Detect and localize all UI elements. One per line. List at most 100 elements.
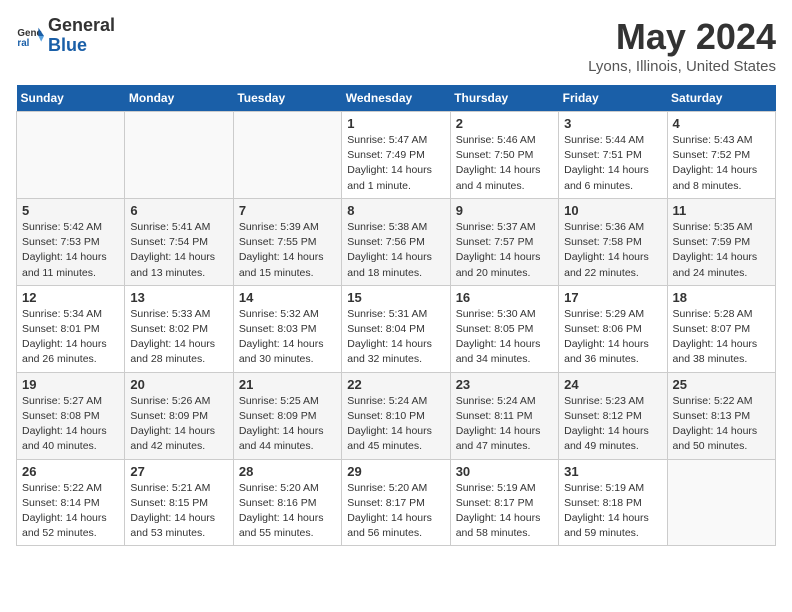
calendar-week: 12Sunrise: 5:34 AM Sunset: 8:01 PM Dayli… (17, 285, 776, 372)
day-number: 4 (673, 116, 770, 131)
day-number: 3 (564, 116, 661, 131)
day-number: 19 (22, 377, 119, 392)
month-year: May 2024 (588, 16, 776, 58)
day-number: 28 (239, 464, 336, 479)
day-number: 26 (22, 464, 119, 479)
day-number: 7 (239, 203, 336, 218)
day-info: Sunrise: 5:30 AM Sunset: 8:05 PM Dayligh… (456, 307, 553, 368)
day-info: Sunrise: 5:37 AM Sunset: 7:57 PM Dayligh… (456, 220, 553, 281)
day-number: 12 (22, 290, 119, 305)
calendar-day: 29 Sunrise: 5:20 AM Sunset: 8:17 PM Dayli… (342, 459, 450, 546)
calendar-week: 19 Sunrise: 5:27 AM Sunset: 8:08 PM Dayli… (17, 372, 776, 459)
logo-blue: Blue (48, 35, 87, 55)
logo: Gene ral General Blue (16, 16, 115, 56)
day-info: Sunrise: 5:38 AM Sunset: 7:56 PM Dayligh… (347, 220, 444, 281)
calendar-day: 30 Sunrise: 5:19 AM Sunset: 8:17 PM Dayli… (450, 459, 558, 546)
calendar-day: 6 Sunrise: 5:41 AM Sunset: 7:54 PM Daylig… (125, 198, 233, 285)
calendar-day: 20Sunrise: 5:26 AM Sunset: 8:09 PM Dayli… (125, 372, 233, 459)
day-number: 6 (130, 203, 227, 218)
calendar-day: 28 Sunrise: 5:20 AM Sunset: 8:16 PM Dayli… (233, 459, 341, 546)
day-info: Sunrise: 5:44 AM Sunset: 7:51 PM Dayligh… (564, 133, 661, 194)
day-info: Sunrise: 5:28 AM Sunset: 8:07 PM Dayligh… (673, 307, 770, 368)
calendar-week: 5Sunrise: 5:42 AM Sunset: 7:53 PM Daylig… (17, 198, 776, 285)
day-info: Sunrise: 5:21 AM Sunset: 8:15 PM Dayligh… (130, 481, 227, 542)
day-number: 23 (456, 377, 553, 392)
day-number: 31 (564, 464, 661, 479)
day-number: 30 (456, 464, 553, 479)
day-number: 27 (130, 464, 227, 479)
day-info: Sunrise: 5:33 AM Sunset: 8:02 PM Dayligh… (130, 307, 227, 368)
calendar-day: 3 Sunrise: 5:44 AM Sunset: 7:51 PM Daylig… (559, 112, 667, 199)
day-info: Sunrise: 5:24 AM Sunset: 8:11 PM Dayligh… (456, 394, 553, 455)
day-info: Sunrise: 5:20 AM Sunset: 8:17 PM Dayligh… (347, 481, 444, 542)
header-day: Saturday (667, 85, 775, 112)
calendar-day (17, 112, 125, 199)
day-number: 16 (456, 290, 553, 305)
day-info: Sunrise: 5:39 AM Sunset: 7:55 PM Dayligh… (239, 220, 336, 281)
day-info: Sunrise: 5:22 AM Sunset: 8:14 PM Dayligh… (22, 481, 119, 542)
calendar-day: 31 Sunrise: 5:19 AM Sunset: 8:18 PM Dayli… (559, 459, 667, 546)
calendar-header: SundayMondayTuesdayWednesdayThursdayFrid… (17, 85, 776, 112)
day-number: 22 (347, 377, 444, 392)
location: Lyons, Illinois, United States (588, 58, 776, 75)
calendar-day: 15Sunrise: 5:31 AM Sunset: 8:04 PM Dayli… (342, 285, 450, 372)
calendar-week: 26 Sunrise: 5:22 AM Sunset: 8:14 PM Dayli… (17, 459, 776, 546)
page-header: Gene ral General Blue May 2024 Lyons, Il… (16, 16, 776, 75)
day-info: Sunrise: 5:42 AM Sunset: 7:53 PM Dayligh… (22, 220, 119, 281)
day-number: 9 (456, 203, 553, 218)
calendar-day: 12Sunrise: 5:34 AM Sunset: 8:01 PM Dayli… (17, 285, 125, 372)
calendar-day: 19 Sunrise: 5:27 AM Sunset: 8:08 PM Dayli… (17, 372, 125, 459)
day-info: Sunrise: 5:26 AM Sunset: 8:09 PM Dayligh… (130, 394, 227, 455)
header-day: Wednesday (342, 85, 450, 112)
day-info: Sunrise: 5:29 AM Sunset: 8:06 PM Dayligh… (564, 307, 661, 368)
day-info: Sunrise: 5:41 AM Sunset: 7:54 PM Dayligh… (130, 220, 227, 281)
day-number: 2 (456, 116, 553, 131)
header-day: Monday (125, 85, 233, 112)
day-info: Sunrise: 5:46 AM Sunset: 7:50 PM Dayligh… (456, 133, 553, 194)
svg-text:ral: ral (17, 38, 29, 49)
calendar-day: 23 Sunrise: 5:24 AM Sunset: 8:11 PM Dayli… (450, 372, 558, 459)
day-info: Sunrise: 5:20 AM Sunset: 8:16 PM Dayligh… (239, 481, 336, 542)
calendar-day (125, 112, 233, 199)
day-number: 8 (347, 203, 444, 218)
logo-icon: Gene ral (16, 22, 44, 50)
logo-general: General (48, 15, 115, 35)
day-number: 18 (673, 290, 770, 305)
calendar-week: 1Sunrise: 5:47 AM Sunset: 7:49 PM Daylig… (17, 112, 776, 199)
calendar-day: 26 Sunrise: 5:22 AM Sunset: 8:14 PM Dayli… (17, 459, 125, 546)
calendar-day: 1Sunrise: 5:47 AM Sunset: 7:49 PM Daylig… (342, 112, 450, 199)
calendar-day: 25Sunrise: 5:22 AM Sunset: 8:13 PM Dayli… (667, 372, 775, 459)
header-day: Thursday (450, 85, 558, 112)
day-number: 11 (673, 203, 770, 218)
day-number: 13 (130, 290, 227, 305)
day-number: 21 (239, 377, 336, 392)
day-info: Sunrise: 5:47 AM Sunset: 7:49 PM Dayligh… (347, 133, 444, 194)
day-info: Sunrise: 5:32 AM Sunset: 8:03 PM Dayligh… (239, 307, 336, 368)
calendar-day: 24Sunrise: 5:23 AM Sunset: 8:12 PM Dayli… (559, 372, 667, 459)
day-number: 17 (564, 290, 661, 305)
day-info: Sunrise: 5:19 AM Sunset: 8:17 PM Dayligh… (456, 481, 553, 542)
calendar-day: 16 Sunrise: 5:30 AM Sunset: 8:05 PM Dayli… (450, 285, 558, 372)
day-info: Sunrise: 5:22 AM Sunset: 8:13 PM Dayligh… (673, 394, 770, 455)
calendar-day: 8 Sunrise: 5:38 AM Sunset: 7:56 PM Daylig… (342, 198, 450, 285)
calendar-day: 18 Sunrise: 5:28 AM Sunset: 8:07 PM Dayli… (667, 285, 775, 372)
calendar-day: 14Sunrise: 5:32 AM Sunset: 8:03 PM Dayli… (233, 285, 341, 372)
day-info: Sunrise: 5:19 AM Sunset: 8:18 PM Dayligh… (564, 481, 661, 542)
day-info: Sunrise: 5:35 AM Sunset: 7:59 PM Dayligh… (673, 220, 770, 281)
calendar-day: 11 Sunrise: 5:35 AM Sunset: 7:59 PM Dayli… (667, 198, 775, 285)
calendar-day (667, 459, 775, 546)
calendar-body: 1Sunrise: 5:47 AM Sunset: 7:49 PM Daylig… (17, 112, 776, 546)
day-number: 29 (347, 464, 444, 479)
header-row: SundayMondayTuesdayWednesdayThursdayFrid… (17, 85, 776, 112)
calendar-day: 5Sunrise: 5:42 AM Sunset: 7:53 PM Daylig… (17, 198, 125, 285)
day-info: Sunrise: 5:43 AM Sunset: 7:52 PM Dayligh… (673, 133, 770, 194)
day-info: Sunrise: 5:24 AM Sunset: 8:10 PM Dayligh… (347, 394, 444, 455)
day-info: Sunrise: 5:27 AM Sunset: 8:08 PM Dayligh… (22, 394, 119, 455)
calendar-day: 10Sunrise: 5:36 AM Sunset: 7:58 PM Dayli… (559, 198, 667, 285)
day-number: 10 (564, 203, 661, 218)
calendar-day: 13 Sunrise: 5:33 AM Sunset: 8:02 PM Dayli… (125, 285, 233, 372)
calendar-day: 4 Sunrise: 5:43 AM Sunset: 7:52 PM Daylig… (667, 112, 775, 199)
calendar-day: 17 Sunrise: 5:29 AM Sunset: 8:06 PM Dayli… (559, 285, 667, 372)
day-info: Sunrise: 5:23 AM Sunset: 8:12 PM Dayligh… (564, 394, 661, 455)
calendar-day: 22 Sunrise: 5:24 AM Sunset: 8:10 PM Dayli… (342, 372, 450, 459)
